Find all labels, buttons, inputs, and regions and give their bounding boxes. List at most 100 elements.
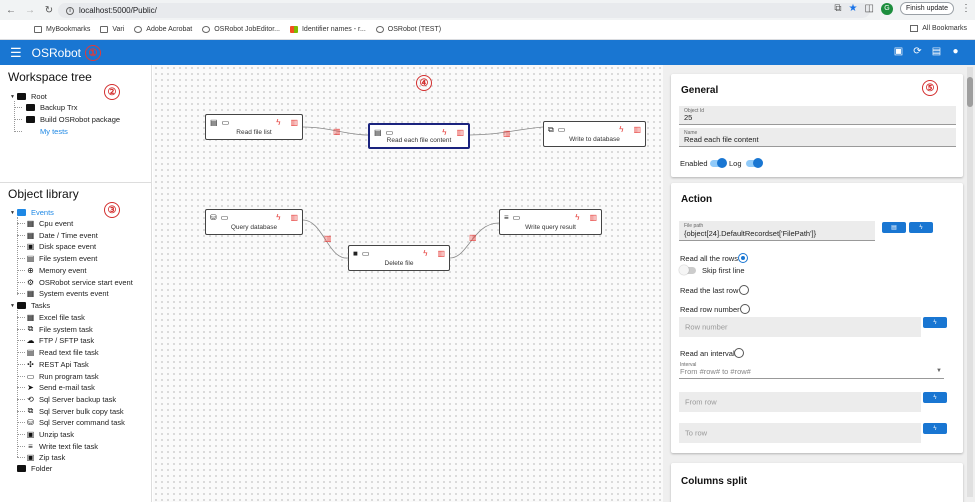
library-event-item[interactable]: ▦ System events event: [26, 288, 109, 299]
toolbox-icon[interactable]: ▣: [893, 46, 904, 57]
read-last-row-radio[interactable]: [739, 285, 749, 295]
to-row-field[interactable]: To row: [679, 423, 921, 443]
bookmark-adobe[interactable]: Adobe Acrobat: [134, 26, 192, 33]
node-read-each-file-content[interactable]: ▤ ▭ ϟ ▥ Read each file content: [368, 123, 470, 149]
library-event-item[interactable]: ▣ Disk space event: [26, 241, 96, 252]
read-interval-radio[interactable]: [734, 348, 744, 358]
bolt-icon[interactable]: ϟ: [423, 249, 427, 258]
library-task-item[interactable]: ✣ REST Api Task: [26, 359, 89, 370]
library-event-item[interactable]: ▤ File system event: [26, 253, 98, 264]
node-write-to-database[interactable]: ⧉ ▭ ϟ ▥ Write to database: [543, 121, 646, 147]
extensions-icon[interactable]: ◫: [865, 3, 874, 14]
menu-icon[interactable]: ☰: [10, 45, 22, 61]
read-row-number-radio[interactable]: [740, 304, 750, 314]
library-task-item[interactable]: ⧉ Sql Server bulk copy task: [26, 406, 124, 417]
sync-icon[interactable]: ⟳: [912, 46, 923, 57]
bolt-icon[interactable]: ϟ: [619, 125, 623, 134]
expand-icon[interactable]: ▼: [10, 303, 17, 309]
translate-icon[interactable]: ⧉: [834, 3, 841, 14]
row-number-field[interactable]: Row number: [679, 317, 921, 337]
trash-icon[interactable]: ▥: [437, 249, 445, 258]
file-path-dynamic-button[interactable]: ϟ: [909, 222, 933, 233]
library-task-item[interactable]: ➤ Send e-mail task: [26, 382, 95, 393]
node-read-file-list[interactable]: ▤ ▭ ϟ ▥ Read file list: [205, 114, 303, 140]
finish-update-button[interactable]: Finish update: [899, 2, 954, 15]
library-task-item[interactable]: ⛁ Sql Server command task: [26, 417, 125, 428]
address-bar[interactable]: i localhost:5000/Public/: [58, 3, 870, 18]
tree-root[interactable]: ▼ Root: [10, 91, 47, 102]
enabled-toggle[interactable]: [710, 158, 727, 168]
expand-icon[interactable]: ▼: [10, 94, 17, 100]
profile-avatar[interactable]: G: [880, 2, 893, 15]
bookmark-osrobot-test[interactable]: OSRobot (TEST): [375, 26, 441, 33]
trash-icon[interactable]: ▥: [633, 125, 641, 134]
bolt-icon[interactable]: ϟ: [442, 128, 446, 137]
from-row-field[interactable]: From row: [679, 392, 921, 412]
node-delete-file[interactable]: ■ ▭ ϟ ▥ Delete file: [348, 245, 450, 271]
bookmark-vari[interactable]: Vari: [100, 26, 124, 33]
all-bookmarks[interactable]: All Bookmarks: [910, 25, 967, 32]
panel-scrollbar[interactable]: [967, 67, 973, 497]
account-icon[interactable]: ●: [950, 46, 961, 57]
library-folder[interactable]: Folder: [17, 463, 52, 474]
skip-first-line-label: Skip first line: [702, 266, 745, 275]
link-delete-icon[interactable]: ▥: [469, 233, 477, 242]
panel-scrollbar-thumb[interactable]: [967, 77, 973, 107]
library-event-item[interactable]: ⊕ Memory event: [26, 265, 86, 276]
library-task-item[interactable]: ☁ FTP / SFTP task: [26, 335, 95, 346]
link-delete-icon[interactable]: ▥: [503, 129, 511, 138]
name-field[interactable]: Name Read each file content: [679, 128, 956, 147]
library-task-item[interactable]: ≡ Write text file task: [26, 441, 98, 452]
star-icon[interactable]: ★: [849, 3, 858, 14]
library-task-item[interactable]: ▭ Run program task: [26, 371, 99, 382]
library-event-item[interactable]: ⚙ OSRobot service start event: [26, 277, 133, 288]
to-row-dynamic-button[interactable]: ϟ: [923, 423, 947, 434]
back-icon[interactable]: ←: [3, 2, 19, 18]
row-number-dynamic-button[interactable]: ϟ: [923, 317, 947, 328]
read-all-rows-radio[interactable]: [738, 253, 748, 263]
library-event-item[interactable]: ▦ Cpu event: [26, 218, 73, 229]
save-icon[interactable]: ▤: [931, 46, 942, 57]
bookmark-identifier[interactable]: Identifier names - r...: [289, 26, 366, 33]
trash-icon[interactable]: ▥: [456, 128, 464, 137]
menu-dots-icon[interactable]: ⋮: [961, 3, 971, 14]
bolt-icon[interactable]: ϟ: [276, 118, 280, 127]
link-delete-icon[interactable]: ▥: [324, 234, 332, 243]
library-task-item[interactable]: ▤ Read text file task: [26, 347, 99, 358]
reload-icon[interactable]: ↻: [41, 2, 57, 18]
bookmark-mybookmarks[interactable]: MyBookmarks: [34, 26, 90, 33]
object-id-field[interactable]: Object Id 25: [679, 106, 956, 125]
bookmark-jobeditor[interactable]: OSRobot JobEditor...: [202, 26, 280, 33]
library-task-item[interactable]: ▣ Unzip task: [26, 429, 74, 440]
node-query-database[interactable]: ⛁ ▭ ϟ ▥ Query database: [205, 209, 303, 235]
from-row-dynamic-button[interactable]: ϟ: [923, 392, 947, 403]
expand-icon[interactable]: ▼: [10, 210, 17, 216]
tree-item-my-tests[interactable]: My tests: [40, 126, 68, 137]
link-delete-icon[interactable]: ▥: [333, 127, 341, 136]
trash-icon[interactable]: ▥: [290, 213, 298, 222]
bolt-icon[interactable]: ϟ: [276, 213, 280, 222]
bolt-icon[interactable]: ϟ: [575, 213, 579, 222]
trash-icon[interactable]: ▥: [290, 118, 298, 127]
tree-item-build-package[interactable]: Build OSRobot package: [26, 114, 120, 125]
library-task-item[interactable]: ▣ Zip task: [26, 452, 66, 463]
forward-icon[interactable]: →: [22, 2, 38, 18]
file-path-field[interactable]: File path {object[24].DefaultRecordset['…: [679, 221, 875, 241]
node-write-query-result[interactable]: ≡ ▭ ϟ ▥ Write query result: [499, 209, 602, 235]
library-task-item[interactable]: ▦ Excel file task: [26, 312, 85, 323]
library-task-item[interactable]: ⧉ File system task: [26, 324, 93, 335]
library-event-item[interactable]: ▦ Date / Time event: [26, 230, 98, 241]
tree-item-backup-trx[interactable]: Backup Trx: [26, 102, 78, 113]
file-path-document-button[interactable]: ▤: [882, 222, 906, 233]
zip-icon: ▣: [26, 453, 35, 463]
library-task-item[interactable]: ⟲ Sql Server backup task: [26, 394, 116, 405]
write-text-icon: ≡: [28, 441, 33, 451]
log-toggle[interactable]: [746, 158, 763, 168]
trash-icon[interactable]: ▥: [589, 213, 597, 222]
site-info-icon[interactable]: i: [66, 6, 74, 15]
skip-first-line-toggle[interactable]: [679, 265, 696, 275]
folder-icon: [100, 26, 109, 33]
interval-select[interactable]: Interval From #row# to #row# ▼: [679, 362, 944, 379]
globe-icon: [134, 26, 143, 33]
workflow-canvas[interactable]: ④ ▤ ▭ ϟ ▥ Read file list ▤ ▭ ϟ ▥ Read each f…: [153, 65, 663, 502]
